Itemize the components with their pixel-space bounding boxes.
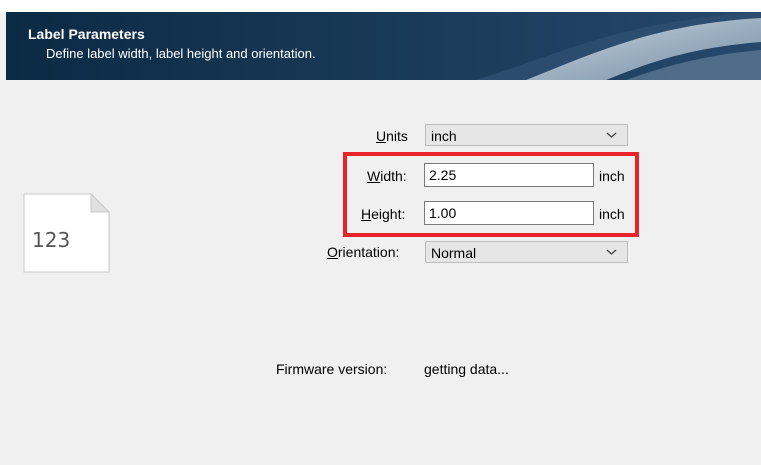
label-parameters-window: Label Parameters Define label width, lab… xyxy=(0,0,761,465)
units-dropdown[interactable]: inch xyxy=(425,124,628,146)
firmware-value: getting data... xyxy=(424,361,509,377)
top-strip xyxy=(0,0,761,12)
orientation-dropdown[interactable]: Normal xyxy=(425,241,628,263)
units-value: inch xyxy=(431,128,457,144)
chevron-down-icon xyxy=(606,249,617,255)
orientation-label: Orientation: xyxy=(327,244,400,260)
chevron-down-icon xyxy=(606,132,617,138)
header-title: Label Parameters xyxy=(28,26,145,42)
units-label: Units xyxy=(376,128,408,144)
orientation-value: Normal xyxy=(431,245,477,261)
header-subtitle: Define label width, label height and ori… xyxy=(46,46,316,61)
highlight-box xyxy=(343,152,639,237)
label-preview-text: 123 xyxy=(32,228,71,252)
header-banner: Label Parameters Define label width, lab… xyxy=(6,12,761,80)
firmware-label: Firmware version: xyxy=(276,361,388,377)
